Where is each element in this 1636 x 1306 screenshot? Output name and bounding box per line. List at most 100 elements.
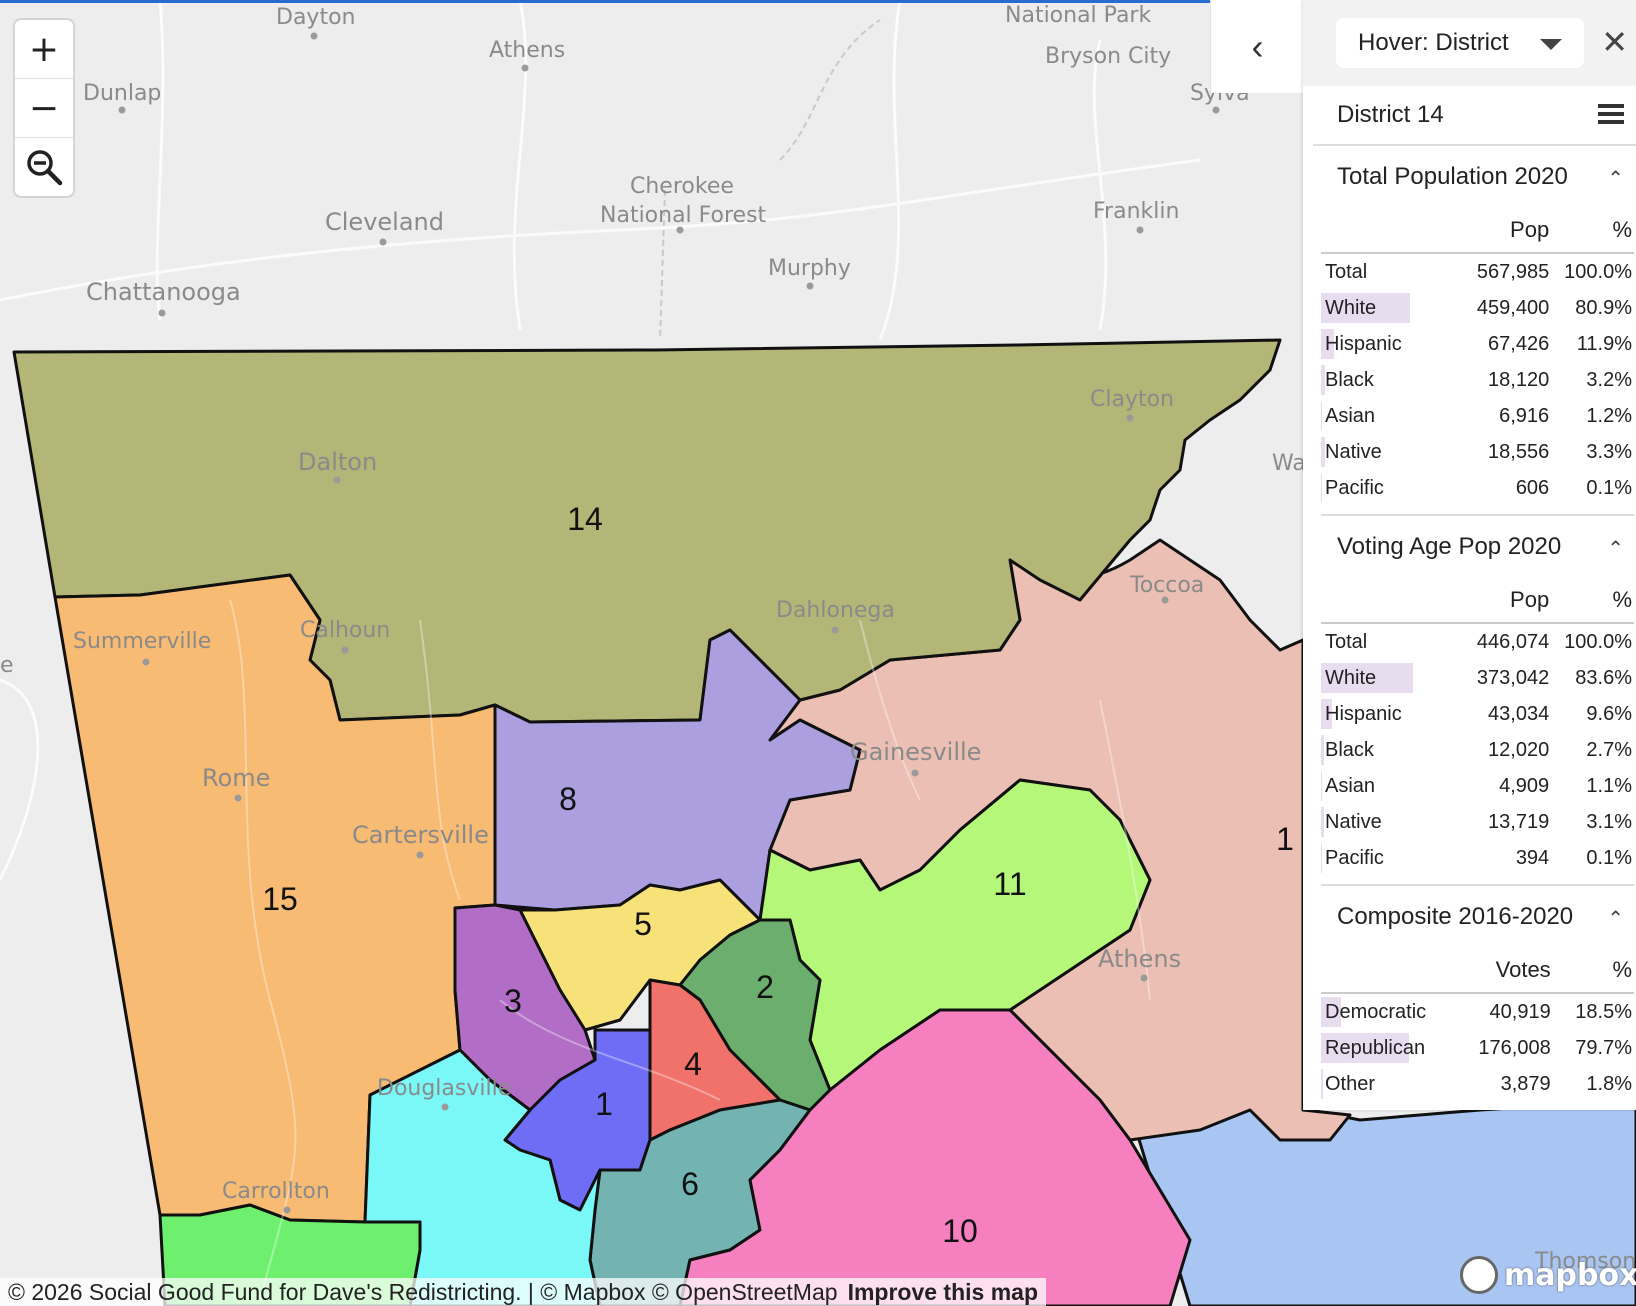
stats-col-value: Pop — [1440, 578, 1552, 624]
place-marker — [283, 1206, 291, 1214]
mapbox-logo[interactable]: mapbox — [1460, 1252, 1636, 1298]
place-label: Calhoun — [300, 618, 390, 643]
stats-row-value: 6,916 — [1499, 404, 1550, 427]
place-label: Rome — [202, 764, 270, 792]
stats-row-percent: 1.8% — [1586, 1072, 1632, 1095]
stats-row-label: Hispanic — [1321, 696, 1441, 732]
section-header[interactable]: Total Population 2020 ⌃ — [1313, 146, 1636, 208]
stats-row: Native 13,719 3.1% — [1321, 804, 1634, 840]
district-label-9: 1 — [1276, 821, 1294, 857]
stats-col-label — [1321, 208, 1441, 254]
stats-row-label: Pacific — [1321, 843, 1384, 873]
stats-row-percent: 18.5% — [1575, 1000, 1632, 1023]
chevron-up-icon[interactable]: ⌃ — [1607, 906, 1624, 930]
stats-row: White 373,042 83.6% — [1321, 660, 1634, 696]
stats-table: Pop% Total 567,985 100.0% White 459,400 80.9% H… — [1321, 208, 1634, 506]
zoom-in-button[interactable]: + — [15, 20, 73, 79]
share-bar — [1321, 1069, 1323, 1099]
district-label-15: 15 — [262, 881, 298, 917]
hover-mode-value: Hover: District — [1358, 29, 1509, 56]
place-marker — [379, 238, 387, 246]
district-label-14: 14 — [567, 501, 603, 537]
place-label: National Forest — [600, 203, 767, 228]
stats-col-percent: % — [1551, 578, 1634, 624]
zoom-out-button[interactable]: − — [15, 79, 73, 138]
stats-row: Democratic 40,919 18.5% — [1321, 993, 1634, 1030]
stats-row-percent: 83.6% — [1575, 666, 1632, 689]
stats-row: Native 18,556 3.3% — [1321, 434, 1634, 470]
chevron-up-icon[interactable]: ⌃ — [1607, 536, 1624, 560]
stats-row-value: 4,909 — [1499, 774, 1550, 797]
list-icon[interactable] — [1598, 104, 1624, 126]
place-marker — [1136, 226, 1144, 234]
place-marker — [118, 106, 126, 114]
place-label: Cherokee — [630, 174, 734, 199]
improve-map-link[interactable]: Improve this map — [848, 1279, 1038, 1306]
stats-row: Other 3,879 1.8% — [1321, 1066, 1634, 1102]
stats-row-value: 459,400 — [1476, 296, 1550, 319]
hover-mode-select[interactable]: Hover: District — [1336, 18, 1584, 68]
stats-table: Votes% Democratic 40,919 18.5% Republican 176… — [1321, 948, 1634, 1102]
stats-row-value: 567,985 — [1476, 260, 1550, 283]
stats-col-label — [1321, 948, 1444, 994]
section-title: Composite 2016-2020 — [1337, 903, 1574, 930]
stats-row-label: Total — [1325, 260, 1368, 283]
stats-row-percent: 79.7% — [1575, 1036, 1632, 1059]
zoom-out-magnifier-icon — [27, 150, 63, 186]
stats-row-value: 12,020 — [1488, 738, 1550, 761]
stats-row-percent: 1.2% — [1586, 404, 1632, 427]
collapse-panel-button[interactable]: ‹ — [1210, 0, 1304, 93]
stats-row-value: 3,879 — [1500, 1072, 1551, 1095]
stats-row-label: Native — [1321, 434, 1441, 470]
stats-row: Pacific 606 0.1% — [1321, 470, 1634, 506]
stats-row: Asian 6,916 1.2% — [1321, 398, 1634, 434]
stats-row-label: Asian — [1321, 768, 1441, 804]
stats-row-value: 394 — [1515, 846, 1550, 869]
district-label-10: 10 — [942, 1213, 978, 1249]
map-top-accent — [0, 0, 1210, 3]
stats-row: Republican 176,008 79.7% — [1321, 1030, 1634, 1066]
dropdown-caret-icon — [1540, 39, 1562, 50]
place-marker — [341, 646, 349, 654]
district-title-row: District 14 — [1313, 86, 1636, 146]
stats-row: Black 12,020 2.7% — [1321, 732, 1634, 768]
stats-row-percent: 0.1% — [1586, 476, 1632, 499]
place-label: Dalton — [298, 448, 377, 476]
place-label: Franklin — [1093, 199, 1179, 224]
map-attribution: © 2026 Social Good Fund for Dave's Redis… — [0, 1278, 1046, 1306]
place-marker — [142, 658, 150, 666]
stats-row-percent: 100.0% — [1564, 630, 1632, 653]
place-marker — [1212, 106, 1220, 114]
district-label-5: 5 — [634, 906, 652, 942]
place-marker — [1161, 596, 1169, 604]
stats-row-value: 18,556 — [1488, 440, 1550, 463]
stats-row-label: White — [1321, 290, 1441, 326]
close-panel-icon[interactable]: ✕ — [1601, 22, 1628, 62]
place-marker — [441, 1103, 449, 1111]
district-label-8: 8 — [559, 781, 577, 817]
section-header[interactable]: Composite 2016-2020 ⌃ — [1313, 886, 1636, 948]
section-header[interactable]: Voting Age Pop 2020 ⌃ — [1313, 516, 1636, 578]
place-label: Carrollton — [222, 1179, 330, 1204]
place-label: Chattanooga — [86, 278, 241, 306]
stats-row-label: Total — [1325, 630, 1368, 653]
stats-row-value: 43,034 — [1488, 702, 1550, 725]
zoom-to-fit-button[interactable] — [15, 138, 73, 196]
district-title: District 14 — [1337, 101, 1444, 128]
mapbox-logo-text: mapbox — [1504, 1257, 1636, 1293]
share-bar — [1321, 771, 1323, 801]
place-marker — [521, 64, 529, 72]
place-marker — [1126, 414, 1134, 422]
stats-row-label: Pacific — [1321, 473, 1384, 503]
place-label: Cleveland — [325, 208, 444, 236]
district-stats-panel: Hover: District ✕ District 14 Total Popu… — [1303, 0, 1636, 1110]
attribution-text: © 2026 Social Good Fund for Dave's Redis… — [8, 1278, 838, 1305]
stats-row-label: Republican — [1321, 1030, 1443, 1066]
zoom-control: + − — [15, 20, 73, 196]
place-marker — [806, 282, 814, 290]
chevron-up-icon[interactable]: ⌃ — [1607, 166, 1624, 190]
district-label-1: 1 — [595, 1086, 613, 1122]
stats-row-value: 606 — [1515, 476, 1550, 499]
stats-row: White 459,400 80.9% — [1321, 290, 1634, 326]
stats-row-value: 176,008 — [1478, 1036, 1551, 1059]
